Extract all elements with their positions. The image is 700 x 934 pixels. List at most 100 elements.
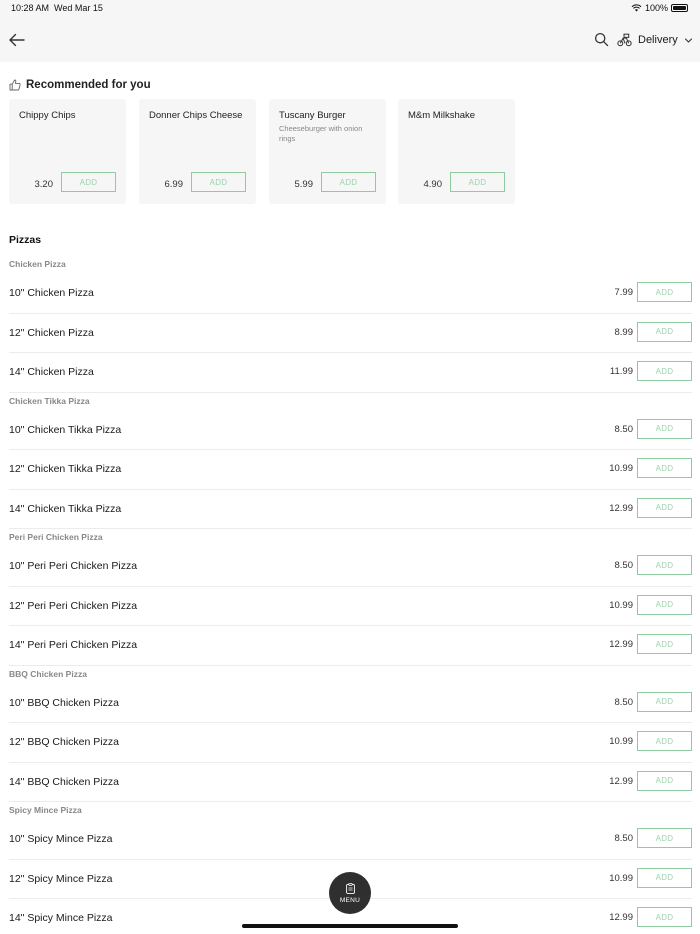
menu-item-name: 10" BBQ Chicken Pizza	[9, 696, 119, 709]
add-button[interactable]: ADD	[637, 867, 692, 888]
menu-fab-label: MENU	[339, 896, 361, 904]
status-bar: 10:28 AM Wed Mar 15 100%	[0, 0, 700, 17]
add-button[interactable]: ADD	[637, 731, 692, 751]
recommended-card[interactable]: Tuscany Burger Cheeseburger with onion r…	[269, 99, 386, 204]
menu-item-name: 10" Chicken Tikka Pizza	[9, 423, 122, 436]
menu-list: Chicken Pizza 10" Chicken Pizza 7.99 ADD…	[0, 256, 700, 934]
menu-item-row[interactable]: 10" Chicken Pizza 7.99 ADD	[9, 274, 692, 314]
add-button[interactable]: ADD	[321, 172, 376, 192]
menu-item-row[interactable]: 14" Chicken Pizza 11.99 ADD	[9, 353, 692, 393]
menu-item-row[interactable]: 14" Peri Peri Chicken Pizza 12.99 ADD	[9, 626, 692, 666]
bicycle-delivery-icon	[617, 33, 632, 47]
menu-item-row[interactable]: 12" BBQ Chicken Pizza 10.99 ADD	[9, 723, 692, 763]
battery-icon	[671, 4, 688, 12]
top-nav: Delivery	[0, 17, 700, 62]
add-button[interactable]: ADD	[637, 458, 692, 478]
recommended-item-price: 6.99	[164, 179, 184, 190]
add-button[interactable]: ADD	[637, 282, 692, 302]
menu-item-name: 12" Spicy Mince Pizza	[9, 872, 113, 885]
menu-item-price: 8.50	[614, 833, 634, 844]
menu-item-row[interactable]: 12" Chicken Pizza 8.99 ADD	[9, 314, 692, 353]
menu-item-price: 10.99	[609, 736, 633, 747]
thumbs-up-icon	[9, 79, 21, 91]
recommended-header: Recommended for you	[9, 79, 151, 91]
menu-item-row[interactable]: 10" Chicken Tikka Pizza 8.50 ADD	[9, 411, 692, 450]
recommended-card[interactable]: M&m Milkshake 4.90 ADD	[398, 99, 515, 204]
status-time-text: 10:28 AM	[11, 3, 50, 13]
battery-percent: 100%	[644, 3, 668, 13]
menu-item-name: 12" Chicken Pizza	[9, 326, 94, 339]
recommended-card[interactable]: Chippy Chips 3.20 ADD	[9, 99, 126, 204]
add-button[interactable]: ADD	[637, 555, 692, 575]
recommended-item-name: Chippy Chips	[19, 110, 76, 121]
home-indicator	[242, 924, 458, 928]
menu-item-name: 14" Chicken Tikka Pizza	[9, 502, 122, 515]
menu-item-name: 12" Chicken Tikka Pizza	[9, 463, 122, 475]
add-button[interactable]: ADD	[637, 321, 692, 342]
menu-item-price: 8.50	[614, 696, 634, 708]
menu-item-price: 12.99	[609, 775, 633, 787]
delivery-mode-label: Delivery	[638, 34, 678, 46]
add-button[interactable]: ADD	[191, 172, 246, 192]
recommended-item-desc: Cheeseburger with onion rings	[279, 124, 363, 143]
add-button[interactable]: ADD	[637, 691, 692, 712]
add-button[interactable]: ADD	[637, 361, 692, 381]
menu-item-row[interactable]: 10" BBQ Chicken Pizza 8.50 ADD	[9, 684, 692, 723]
menu-item-price: 12.99	[609, 912, 633, 923]
add-button[interactable]: ADD	[637, 418, 692, 439]
search-icon[interactable]	[594, 32, 609, 47]
status-date-text: Wed Mar 15	[54, 3, 103, 13]
add-button[interactable]: ADD	[450, 172, 505, 192]
subcategory-heading: Chicken Tikka Pizza	[9, 395, 90, 406]
recommended-title: Recommended for you	[26, 79, 151, 91]
menu-item-row[interactable]: 10" Peri Peri Chicken Pizza 8.50 ADD	[9, 547, 692, 587]
add-button[interactable]: ADD	[637, 594, 692, 615]
menu-item-price: 8.50	[614, 423, 634, 435]
menu-item-price: 12.99	[609, 639, 633, 650]
menu-item-price: 10.99	[609, 463, 633, 474]
recommended-item-name: Tuscany Burger	[279, 110, 346, 121]
recommended-item-name: Donner Chips Cheese	[149, 110, 243, 121]
clipboard-menu-icon	[345, 882, 355, 894]
menu-item-row[interactable]: 14" Chicken Tikka Pizza 12.99 ADD	[9, 490, 692, 529]
menu-item-name: 10" Chicken Pizza	[9, 287, 94, 299]
menu-item-row[interactable]: 10" Spicy Mince Pizza 8.50 ADD	[9, 820, 692, 860]
wifi-icon	[631, 4, 642, 12]
recommended-item-price: 3.20	[34, 179, 54, 190]
menu-item-name: 14" Spicy Mince Pizza	[9, 912, 113, 924]
menu-item-price: 8.50	[614, 560, 634, 571]
menu-item-price: 12.99	[609, 502, 633, 514]
add-button[interactable]: ADD	[637, 634, 692, 654]
add-button[interactable]: ADD	[61, 172, 116, 192]
subcategory-heading: Spicy Mince Pizza	[9, 805, 82, 815]
menu-item-price: 11.99	[609, 366, 633, 377]
add-button[interactable]: ADD	[637, 907, 692, 927]
menu-item-row[interactable]: 12" Peri Peri Chicken Pizza 10.99 ADD	[9, 587, 692, 626]
add-button[interactable]: ADD	[637, 770, 692, 791]
recommended-item-name: M&m Milkshake	[408, 110, 476, 121]
menu-fab-button[interactable]: MENU	[329, 872, 371, 914]
recommended-item-price: 5.99	[294, 179, 314, 190]
delivery-mode-toggle[interactable]: Delivery	[617, 29, 693, 51]
menu-item-name: 14" Chicken Pizza	[9, 366, 94, 378]
menu-item-row[interactable]: 12" Chicken Tikka Pizza 10.99 ADD	[9, 450, 692, 490]
arrow-left-icon[interactable]	[8, 31, 26, 49]
menu-item-name: 12" Peri Peri Chicken Pizza	[9, 599, 138, 612]
menu-item-price: 10.99	[609, 599, 633, 611]
chevron-down-icon	[684, 37, 692, 43]
add-button[interactable]: ADD	[637, 497, 692, 518]
subcategory-heading: Chicken Pizza	[9, 259, 66, 269]
menu-item-name: 10" Peri Peri Chicken Pizza	[9, 560, 138, 572]
menu-item-row[interactable]: 14" BBQ Chicken Pizza 12.99 ADD	[9, 763, 692, 802]
subcategory-heading: BBQ Chicken Pizza	[9, 668, 87, 679]
status-indicators: 100%	[631, 3, 688, 13]
status-time: 10:28 AM Wed Mar 15	[11, 3, 103, 13]
menu-item-name: 14" Peri Peri Chicken Pizza	[9, 639, 138, 651]
menu-item-name: 14" BBQ Chicken Pizza	[9, 775, 119, 788]
menu-item-price: 10.99	[609, 872, 633, 884]
add-button[interactable]: ADD	[637, 828, 692, 848]
section-title: Pizzas	[9, 234, 42, 246]
recommended-card[interactable]: Donner Chips Cheese 6.99 ADD	[139, 99, 256, 204]
recommended-item-price: 4.90	[423, 179, 443, 190]
menu-item-name: 12" BBQ Chicken Pizza	[9, 736, 119, 748]
